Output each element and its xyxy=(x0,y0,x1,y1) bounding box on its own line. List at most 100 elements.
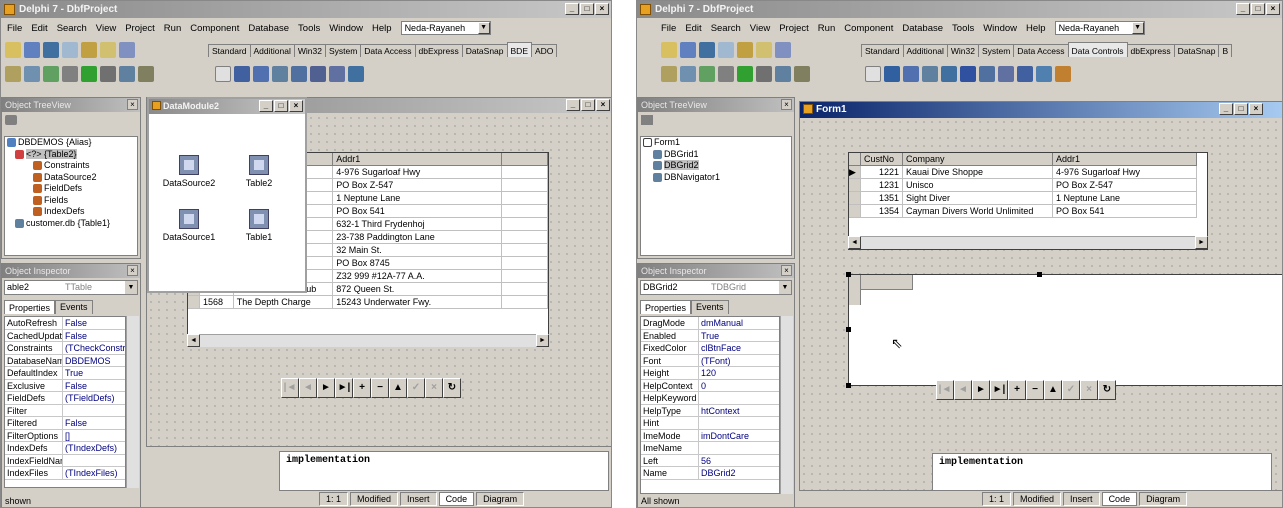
tab-events[interactable]: Events xyxy=(691,300,729,314)
menu-project[interactable]: Project xyxy=(779,23,809,34)
property-row[interactable]: Left 56 xyxy=(641,454,779,467)
tree-item[interactable]: customer.db {Table1} xyxy=(5,218,137,230)
arrow-left-icon[interactable]: ◄ xyxy=(848,236,861,249)
tab-properties[interactable]: Properties xyxy=(4,300,56,314)
table-component-icon[interactable] xyxy=(234,66,250,82)
chevron-down-icon[interactable]: ▼ xyxy=(1131,22,1144,34)
menu-tools[interactable]: Tools xyxy=(952,23,974,34)
tab-dbexpress[interactable]: dbExpress xyxy=(1126,44,1175,57)
view-form-icon[interactable] xyxy=(24,66,40,82)
property-row[interactable]: FilterOptions[] xyxy=(5,429,125,442)
run-icon[interactable] xyxy=(81,66,97,82)
chevron-down-icon[interactable]: ▼ xyxy=(125,281,137,294)
table2-component[interactable]: Table2 xyxy=(229,155,289,188)
last-record-icon[interactable]: ►| xyxy=(335,378,353,398)
menu-run[interactable]: Run xyxy=(164,23,181,34)
open-icon[interactable] xyxy=(24,42,40,58)
folder-icon[interactable] xyxy=(641,115,653,125)
desktop-combo[interactable]: Neda-Rayaneh ▼ xyxy=(400,21,491,35)
property-value[interactable] xyxy=(63,455,125,467)
code-editor[interactable]: implementation xyxy=(279,451,609,491)
tab-events[interactable]: Events xyxy=(55,300,93,314)
resize-handle[interactable] xyxy=(846,327,851,332)
save-icon[interactable] xyxy=(43,42,59,58)
column-header[interactable]: Addr1 xyxy=(333,153,503,166)
property-value[interactable]: clBtnFace xyxy=(699,342,779,354)
menu-window[interactable]: Window xyxy=(329,23,363,34)
view-form-icon[interactable] xyxy=(680,66,696,82)
property-value[interactable]: (TCheckConstra xyxy=(63,342,125,354)
resize-handle[interactable] xyxy=(1037,272,1042,277)
tab-standard[interactable]: Standard xyxy=(208,44,251,57)
dbedit-component-icon[interactable] xyxy=(941,66,957,82)
menu-window[interactable]: Window xyxy=(983,23,1017,34)
property-value[interactable]: dmManual xyxy=(699,317,779,329)
tab-data-access[interactable]: Data Access xyxy=(1013,44,1069,57)
tab-additional[interactable]: Additional xyxy=(249,44,295,57)
delete-record-icon[interactable]: − xyxy=(1026,380,1044,400)
property-value[interactable]: False xyxy=(63,317,125,329)
query-component-icon[interactable] xyxy=(253,66,269,82)
session-component-icon[interactable] xyxy=(310,66,326,82)
tab-properties[interactable]: Properties xyxy=(640,300,692,314)
table-row[interactable]: 1231 Unisco PO Box Z-547 xyxy=(849,179,1207,192)
table-row[interactable]: 1351 Sight Diver 1 Neptune Lane xyxy=(849,192,1207,205)
dbimage-component-icon[interactable] xyxy=(979,66,995,82)
tree-item[interactable]: DBNavigator1 xyxy=(641,172,791,184)
close-button[interactable]: × xyxy=(596,99,610,111)
object-selector[interactable]: DBGrid2 TDBGrid ▼ xyxy=(640,280,792,295)
menu-search[interactable]: Search xyxy=(711,23,741,34)
property-value[interactable] xyxy=(699,442,779,454)
property-value[interactable]: False xyxy=(63,417,125,429)
minimize-button[interactable]: _ xyxy=(1219,103,1233,115)
open-icon[interactable] xyxy=(680,42,696,58)
grid-hscroll[interactable]: ◄ ► xyxy=(187,334,549,347)
inspector-scrollbar[interactable] xyxy=(780,316,793,494)
dbcheckbox-component-icon[interactable] xyxy=(1036,66,1052,82)
dbgrid-component-icon[interactable] xyxy=(884,66,900,82)
menu-database[interactable]: Database xyxy=(248,23,289,34)
property-row[interactable]: HelpKeyword xyxy=(641,392,779,405)
close-icon[interactable]: × xyxy=(127,99,138,110)
arrow-right-icon[interactable]: ► xyxy=(536,334,549,347)
property-row[interactable]: IndexFieldNam xyxy=(5,454,125,467)
property-value[interactable]: 120 xyxy=(699,367,779,379)
column-header[interactable]: Addr1 xyxy=(1053,153,1197,166)
tab-standard[interactable]: Standard xyxy=(861,44,904,57)
next-record-icon[interactable]: ► xyxy=(972,380,990,400)
close-icon[interactable]: × xyxy=(127,265,138,276)
tab-datasnap[interactable]: DataSnap xyxy=(461,44,508,57)
table1-component[interactable]: Table1 xyxy=(229,209,289,242)
menu-view[interactable]: View xyxy=(750,23,770,34)
add-file-icon[interactable] xyxy=(756,42,772,58)
updatesql-component-icon[interactable] xyxy=(348,66,364,82)
step-icon[interactable] xyxy=(138,66,154,82)
table-row[interactable]: 1354 Cayman Divers World Unlimited PO Box … xyxy=(849,205,1207,218)
property-row[interactable]: Filter xyxy=(5,404,125,417)
new-form-icon[interactable] xyxy=(718,66,734,82)
cancel-record-icon[interactable]: × xyxy=(1080,380,1098,400)
post-record-icon[interactable]: ✓ xyxy=(1062,380,1080,400)
tab-code[interactable]: Code xyxy=(438,492,475,506)
property-value[interactable]: (TIndexFiles) xyxy=(63,467,125,479)
tree-item[interactable]: Form1 xyxy=(641,137,791,149)
table-row[interactable]: 1568 The Depth Charge 15243 Underwater Fwy… xyxy=(188,296,548,309)
view-unit-icon[interactable] xyxy=(661,66,677,82)
property-value[interactable] xyxy=(63,405,125,417)
code-editor[interactable]: implementation xyxy=(932,453,1272,491)
property-value[interactable]: True xyxy=(699,330,779,342)
tab-win32[interactable]: Win32 xyxy=(946,44,979,57)
storedproc-component-icon[interactable] xyxy=(272,66,288,82)
trace-icon[interactable] xyxy=(119,66,135,82)
minimize-button[interactable]: _ xyxy=(566,99,580,111)
post-record-icon[interactable]: ✓ xyxy=(407,378,425,398)
property-row[interactable]: CachedUpdatesFalse xyxy=(5,329,125,342)
column-header[interactable]: Company xyxy=(903,153,1053,166)
help-icon[interactable] xyxy=(775,42,791,58)
prior-record-icon[interactable]: ◄ xyxy=(299,378,317,398)
property-row[interactable]: Height 120 xyxy=(641,367,779,380)
property-value[interactable]: 0 xyxy=(699,380,779,392)
property-row[interactable]: DragMode dmManual xyxy=(641,317,779,330)
property-row[interactable]: Hint xyxy=(641,417,779,430)
menu-view[interactable]: View xyxy=(96,23,116,34)
